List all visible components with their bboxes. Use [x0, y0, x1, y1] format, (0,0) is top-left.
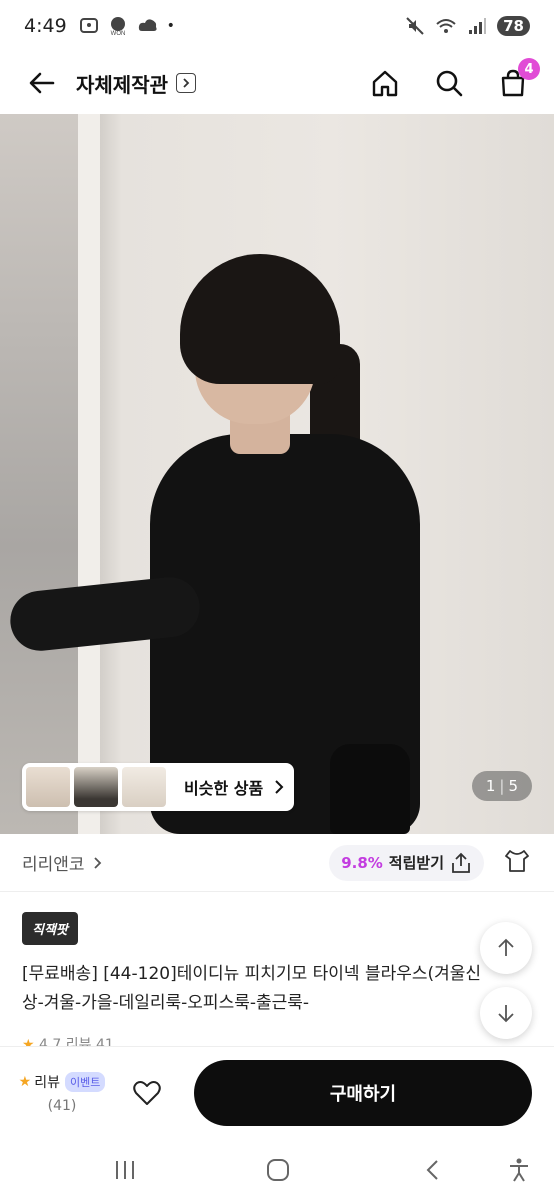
review-button[interactable]: ★ 리뷰 이벤트 (41) — [12, 1071, 112, 1114]
image-model-handbag — [330, 744, 410, 834]
points-label: 적립받기 — [388, 854, 444, 872]
review-count: (41) — [47, 1097, 77, 1114]
product-image[interactable] — [0, 114, 554, 834]
wifi-icon — [436, 19, 456, 33]
share-icon — [452, 852, 470, 873]
accessibility-icon — [510, 1158, 528, 1182]
status-right-icons: 78 — [405, 16, 530, 36]
home-circle-icon — [267, 1159, 289, 1181]
fitting-button[interactable] — [502, 847, 532, 879]
status-left-icons: WON • — [79, 16, 175, 36]
pager-current: 1 — [485, 777, 496, 795]
pager-separator: | — [499, 777, 505, 795]
recent-apps-button[interactable] — [110, 1156, 140, 1184]
app-header: 자체제작관 4 — [0, 52, 554, 114]
scroll-up-button[interactable] — [480, 922, 532, 974]
image-pager: 1 | 5 — [471, 771, 532, 801]
similar-products-label: 비슷한 상품 — [184, 779, 264, 798]
arrow-left-icon — [29, 72, 55, 94]
cart-count-badge: 4 — [518, 58, 540, 80]
home-nav-button[interactable] — [263, 1156, 293, 1184]
header-actions: 4 — [366, 58, 540, 102]
cloud-icon — [138, 19, 157, 31]
search-button[interactable] — [430, 64, 468, 102]
image-door-frame — [78, 114, 100, 834]
status-bar: 4:49 WON • 78 — [0, 0, 554, 52]
buy-button[interactable]: 구매하기 — [194, 1059, 532, 1126]
image-background-left — [0, 114, 80, 834]
similar-thumb-1 — [26, 767, 70, 807]
star-icon: ★ — [18, 1073, 32, 1090]
points-percent: 9.8% — [341, 853, 383, 872]
chevron-right-icon — [93, 856, 101, 869]
home-button[interactable] — [366, 64, 404, 102]
cart-button[interactable]: 4 — [494, 58, 540, 102]
pager-total: 5 — [508, 777, 518, 795]
back-button[interactable] — [22, 63, 62, 103]
search-icon — [436, 70, 463, 97]
chevron-right-icon — [275, 780, 284, 794]
similar-products-button[interactable]: 비슷한 상품 — [22, 763, 294, 811]
svg-text:WON: WON — [110, 31, 125, 36]
battery-level: 78 — [497, 16, 530, 36]
promo-badge: 직잭팟 — [22, 912, 78, 945]
similar-thumb-2 — [74, 767, 118, 807]
store-name-link[interactable]: 리리앤코 — [22, 850, 85, 875]
won-icon: WON — [110, 17, 125, 36]
page-title[interactable]: 자체제작관 — [76, 69, 168, 98]
chevron-left-icon — [426, 1160, 438, 1180]
home-icon — [372, 70, 398, 97]
wishlist-button[interactable] — [122, 1068, 172, 1118]
title-chevron-button[interactable] — [176, 73, 196, 93]
store-row: 리리앤코 9.8% 적립받기 — [0, 834, 554, 892]
similar-thumb-3 — [122, 767, 166, 807]
mute-icon — [406, 17, 424, 35]
signal-icon — [469, 18, 487, 34]
dot-icon: • — [166, 18, 175, 34]
hanger-icon — [505, 849, 529, 872]
chevron-right-icon — [183, 78, 190, 88]
heart-icon — [133, 1080, 161, 1105]
event-tag: 이벤트 — [64, 1071, 106, 1092]
review-line: ★ 리뷰 이벤트 — [12, 1071, 112, 1092]
status-time: 4:49 — [24, 15, 67, 37]
notification-icon — [79, 18, 98, 33]
accessibility-button[interactable] — [504, 1156, 534, 1184]
points-button[interactable]: 9.8% 적립받기 — [329, 844, 484, 881]
review-label: 리뷰 — [34, 1074, 60, 1091]
promo-badge-row: 직잭팟 — [22, 912, 78, 945]
recents-icon — [116, 1161, 134, 1179]
image-model-hair — [180, 254, 340, 384]
arrow-down-icon — [498, 1005, 514, 1023]
scroll-down-button[interactable] — [480, 987, 532, 1039]
product-title: [무료배송] [44-120]테이디뉴 피치기모 타이넥 블라우스(겨울신상-겨… — [22, 964, 482, 1013]
system-nav-bar — [0, 1138, 554, 1200]
bottom-action-bar: ★ 리뷰 이벤트 (41) 구매하기 — [0, 1046, 554, 1138]
arrow-up-icon — [498, 938, 514, 956]
back-nav-button[interactable] — [418, 1156, 448, 1184]
